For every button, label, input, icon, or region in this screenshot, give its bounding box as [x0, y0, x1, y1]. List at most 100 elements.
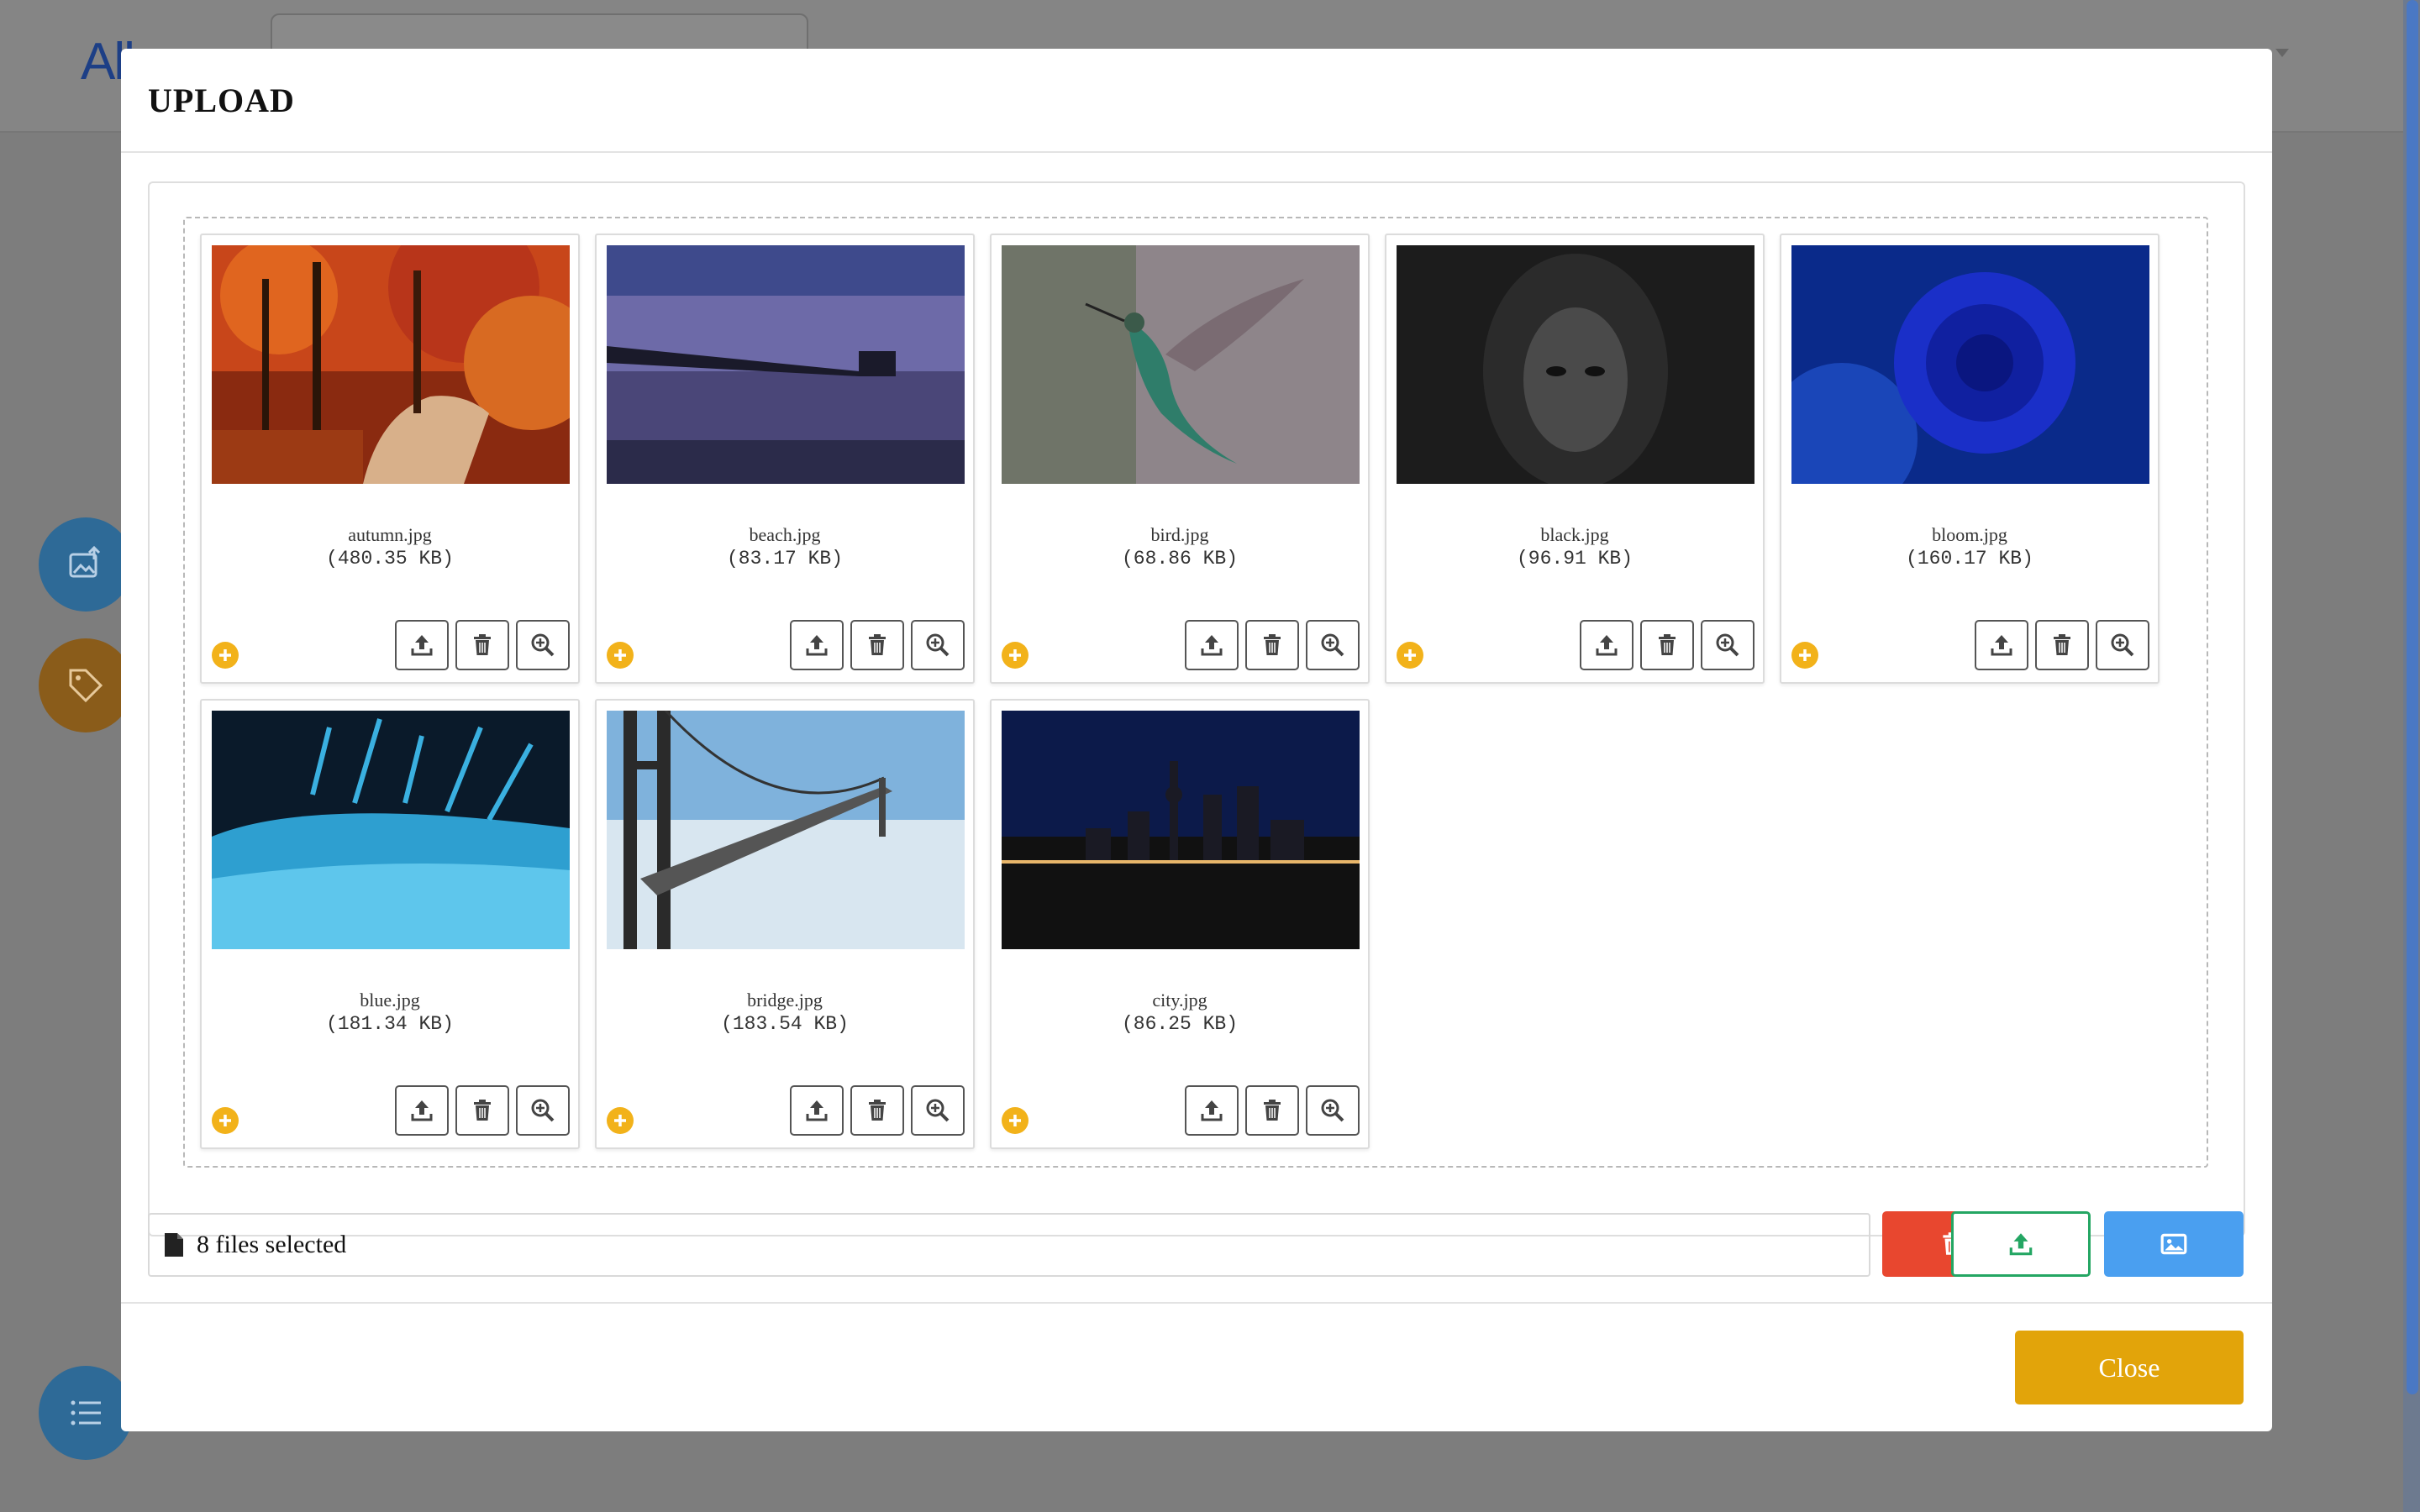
close-button[interactable]: Close — [2015, 1331, 2244, 1404]
remove-file-button[interactable] — [1245, 620, 1299, 670]
file-name: city.jpg — [1152, 990, 1207, 1011]
zoom-file-button[interactable] — [2096, 620, 2149, 670]
file-name: autumn.jpg — [348, 524, 432, 545]
blue-thumbnail — [212, 711, 570, 949]
remove-file-button[interactable] — [455, 620, 509, 670]
remove-file-button[interactable] — [455, 1085, 509, 1136]
remove-file-button[interactable] — [1640, 620, 1694, 670]
chevron-down-icon[interactable] — [2275, 49, 2289, 57]
zoom-file-button[interactable] — [1701, 620, 1754, 670]
plus-icon — [1799, 649, 1811, 661]
image-preview — [607, 711, 965, 949]
image-icon — [2160, 1233, 2187, 1255]
zoom-in-icon — [531, 633, 555, 657]
upload-icon — [806, 635, 828, 656]
image-preview — [607, 245, 965, 484]
remove-file-button[interactable] — [1245, 1085, 1299, 1136]
add-button[interactable] — [607, 642, 634, 669]
upload-icon — [806, 1100, 828, 1121]
trash-icon — [1264, 634, 1281, 655]
tag-fab[interactable] — [39, 638, 133, 732]
file-name: black.jpg — [1540, 524, 1609, 545]
zoom-in-icon — [531, 1099, 555, 1122]
browse-images-button[interactable] — [2104, 1211, 2244, 1277]
modal-header: UPLOAD — [121, 49, 2272, 153]
image-preview — [1397, 245, 1754, 484]
plus-icon — [614, 1115, 626, 1126]
file-card: bloom.jpg (160.17 KB) — [1780, 234, 2160, 684]
zoom-file-button[interactable] — [1306, 620, 1360, 670]
black-thumbnail — [1397, 245, 1754, 484]
upload-icon — [1596, 635, 1618, 656]
upload-file-button[interactable] — [790, 1085, 844, 1136]
city-thumbnail — [1002, 711, 1360, 949]
upload-file-button[interactable] — [1185, 1085, 1239, 1136]
image-preview — [1002, 245, 1360, 484]
add-button[interactable] — [607, 1107, 634, 1134]
upload-file-button[interactable] — [790, 620, 844, 670]
autumn-thumbnail — [212, 245, 570, 484]
file-size: (83.17 KB) — [726, 548, 844, 570]
scrollbar-thumb[interactable] — [2407, 0, 2418, 1394]
modal-footer-divider — [121, 1302, 2272, 1304]
plus-icon — [1404, 649, 1416, 661]
file-card: bird.jpg (68.86 KB) — [990, 234, 1370, 684]
remove-file-button[interactable] — [850, 620, 904, 670]
upload-file-button[interactable] — [1975, 620, 2028, 670]
zoom-in-icon — [1716, 633, 1739, 657]
trash-icon — [474, 1100, 491, 1121]
upload-file-button[interactable] — [1580, 620, 1634, 670]
file-size: (181.34 KB) — [326, 1013, 454, 1035]
remove-file-button[interactable] — [850, 1085, 904, 1136]
upload-icon — [411, 1100, 433, 1121]
upload-all-button[interactable] — [1951, 1211, 2091, 1277]
trash-icon — [2054, 634, 2070, 655]
plus-icon — [614, 649, 626, 661]
file-card: city.jpg (86.25 KB) — [990, 699, 1370, 1149]
trash-icon — [869, 634, 886, 655]
file-size: (480.35 KB) — [326, 548, 454, 570]
modal-title: UPLOAD — [148, 81, 295, 119]
image-preview — [1791, 245, 2149, 484]
file-name: bridge.jpg — [747, 990, 823, 1011]
upload-file-button[interactable] — [1185, 620, 1239, 670]
add-button[interactable] — [212, 642, 239, 669]
file-card: black.jpg (96.91 KB) — [1385, 234, 1765, 684]
plus-icon — [219, 649, 231, 661]
remove-file-button[interactable] — [2035, 620, 2089, 670]
image-upload-icon — [69, 545, 101, 578]
add-button[interactable] — [1791, 642, 1818, 669]
zoom-file-button[interactable] — [516, 620, 570, 670]
file-name: blue.jpg — [360, 990, 420, 1011]
add-button[interactable] — [212, 1107, 239, 1134]
file-name: bird.jpg — [1150, 524, 1209, 545]
add-button[interactable] — [1002, 642, 1028, 669]
file-card: beach.jpg (83.17 KB) — [595, 234, 975, 684]
upload-file-button[interactable] — [395, 620, 449, 670]
plus-icon — [1009, 1115, 1021, 1126]
file-selection-field[interactable]: 8 files selected — [148, 1213, 1870, 1277]
dropzone[interactable]: autumn.jpg (480.35 KB) beach.jpg (83.17 … — [183, 217, 2208, 1168]
beach-thumbnail — [607, 245, 965, 484]
add-button[interactable] — [1002, 1107, 1028, 1134]
plus-icon — [1009, 649, 1021, 661]
file-name: beach.jpg — [749, 524, 821, 545]
zoom-file-button[interactable] — [911, 620, 965, 670]
upload-icon — [2009, 1233, 2033, 1256]
file-size: (68.86 KB) — [1121, 548, 1239, 570]
upload-modal: UPLOAD autumn.jpg (480.35 KB) beach.jpg … — [121, 49, 2272, 1431]
zoom-in-icon — [1321, 1099, 1344, 1122]
list-fab[interactable] — [39, 1366, 133, 1460]
file-card: bridge.jpg (183.54 KB) — [595, 699, 975, 1149]
image-upload-fab[interactable] — [39, 517, 133, 612]
image-preview — [1002, 711, 1360, 949]
zoom-file-button[interactable] — [911, 1085, 965, 1136]
zoom-file-button[interactable] — [516, 1085, 570, 1136]
trash-icon — [869, 1100, 886, 1121]
upload-file-button[interactable] — [395, 1085, 449, 1136]
zoom-in-icon — [926, 633, 950, 657]
file-size: (86.25 KB) — [1121, 1013, 1239, 1035]
upload-icon — [1991, 635, 2012, 656]
add-button[interactable] — [1397, 642, 1423, 669]
zoom-file-button[interactable] — [1306, 1085, 1360, 1136]
